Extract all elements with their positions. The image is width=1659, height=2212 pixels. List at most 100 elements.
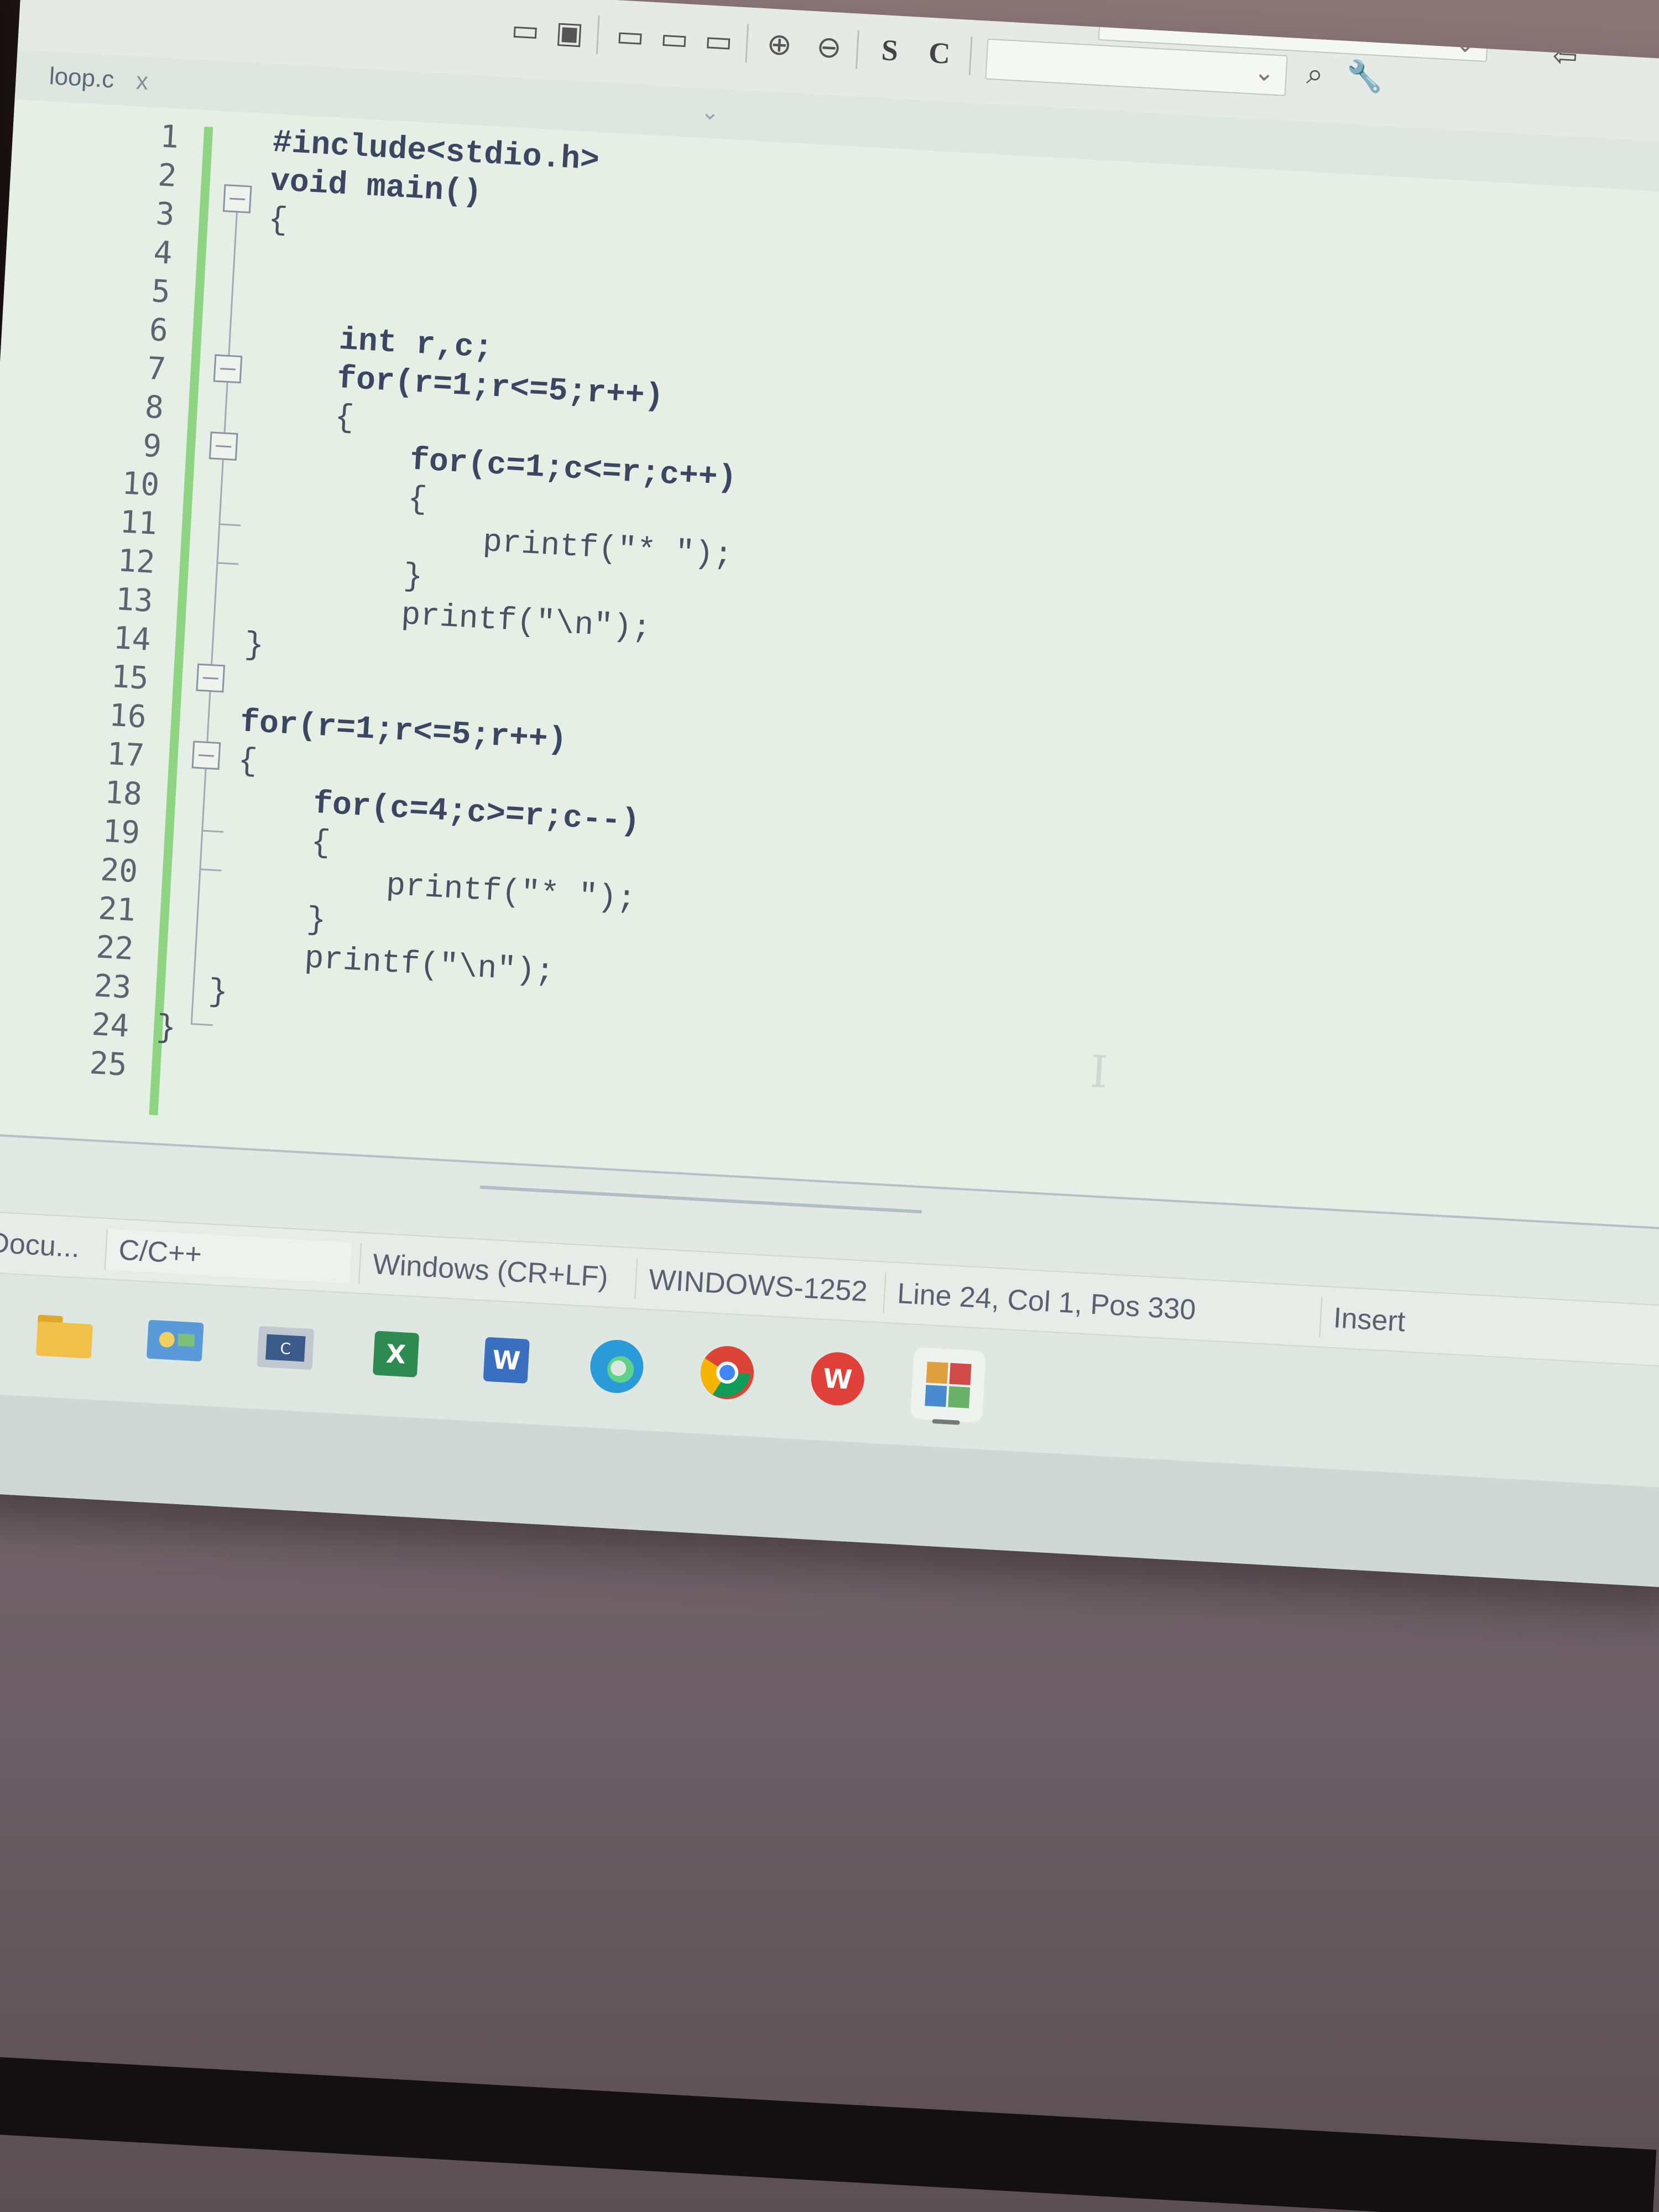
window-icon[interactable]: ▭ [610, 15, 651, 56]
line-number: 25 [88, 1045, 128, 1083]
code-line[interactable]: } [306, 902, 327, 939]
line-number: 13 [114, 581, 154, 619]
control-panel-icon[interactable] [137, 1304, 213, 1380]
line-number: 4 [153, 234, 174, 272]
status-cursor-position: Line 24, Col 1, Pos 330 [883, 1272, 1197, 1331]
word-icon[interactable]: W [468, 1322, 544, 1398]
code-line[interactable]: { [407, 481, 428, 518]
monitor-bottom-bezel [0, 2057, 1657, 2212]
code-line[interactable]: { [334, 400, 355, 437]
zoom-in-icon[interactable]: ⊕ [759, 24, 800, 65]
fold-end-marker [216, 562, 239, 565]
code-line[interactable]: printf("* "); [482, 524, 733, 574]
tab-label: loop.c [48, 62, 115, 93]
code-line[interactable]: { [237, 743, 258, 780]
line-number: 19 [101, 813, 141, 852]
chevron-down-icon[interactable]: ⌄ [1454, 29, 1477, 59]
line-number: 6 [148, 311, 169, 349]
window-icon[interactable]: ▭ [654, 18, 695, 59]
fold-toggle-icon[interactable] [196, 663, 226, 693]
fold-end-marker [199, 868, 222, 872]
line-number: 16 [108, 697, 148, 735]
code-line[interactable]: } [403, 559, 424, 596]
code-line[interactable]: for(c=1;c<=r;c++) [409, 443, 737, 497]
line-number: 12 [117, 542, 156, 581]
chevron-down-icon[interactable]: ⌄ [1254, 58, 1276, 87]
line-number: 3 [154, 196, 176, 233]
toolbar-divider [596, 15, 600, 55]
code-line[interactable]: printf("\n"); [304, 941, 555, 990]
code-line[interactable]: printf("\n"); [400, 597, 652, 647]
status-line-ending[interactable]: Windows (CR+LF) [358, 1243, 609, 1298]
file-explorer-icon[interactable] [27, 1298, 102, 1374]
line-number: 20 [99, 852, 139, 890]
close-icon[interactable]: x [135, 67, 149, 96]
wps-icon[interactable]: W [800, 1341, 875, 1417]
tab-loop-c[interactable]: loop.c x [48, 57, 149, 101]
line-number: 17 [106, 735, 145, 774]
line-number: 2 [156, 157, 178, 195]
code-line[interactable]: } [155, 1010, 176, 1047]
status-path: ss\Docu... [0, 1224, 81, 1264]
line-number: 22 [95, 929, 134, 967]
code-line[interactable]: for(r=1;r<=5;r++) [336, 361, 664, 415]
line-number: 5 [150, 273, 171, 310]
fold-toggle-icon[interactable] [191, 740, 221, 770]
line-number: 7 [146, 350, 167, 388]
text-cursor-ghost: I [1088, 1046, 1109, 1098]
svg-text:W: W [492, 1344, 521, 1376]
code-line[interactable]: { [310, 825, 331, 862]
line-number: 18 [103, 774, 143, 813]
code-editor[interactable]: 1 2 3 4 5 6 7 8 9 10 11 12 13 14 15 16 17 18 19 20 21 22 23 24 2… [0, 99, 1659, 1229]
line-number: 8 [144, 389, 165, 426]
toolbar-divider [968, 36, 973, 76]
window-icon[interactable]: ▭ [698, 20, 739, 61]
editor-window: ▭ ▣ ▭ ▭ ▭ ⊕ ⊖ S C ⌄ ⌕ 🔧 ⌄ ⇦ loop.c x ⌄ 1… [0, 0, 1659, 1588]
c-icon[interactable]: C [919, 33, 960, 74]
code-line[interactable]: { [267, 202, 288, 239]
fold-end-marker [201, 830, 224, 833]
chrome-icon[interactable] [690, 1335, 765, 1411]
line-number-gutter: 1 2 3 4 5 6 7 8 9 10 11 12 13 14 15 16 17 18 19 20 21 22 23 24 2… [0, 100, 197, 1142]
status-encoding[interactable]: WINDOWS-1252 [634, 1258, 869, 1313]
fold-toggle-icon[interactable] [213, 354, 243, 384]
line-number: 21 [97, 890, 137, 929]
code-line[interactable]: } [243, 627, 264, 664]
chevron-down-icon[interactable]: ⌄ [700, 99, 720, 126]
line-number: 9 [142, 427, 163, 465]
code-line[interactable]: for(r=1;r<=5;r++) [239, 705, 568, 759]
window-icon[interactable]: ▣ [549, 12, 590, 53]
panel-splitter[interactable] [479, 1185, 922, 1214]
fold-toggle-icon[interactable] [222, 184, 252, 213]
line-number: 15 [110, 659, 150, 697]
svg-text:C: C [280, 1339, 291, 1358]
photo-scene: ▭ ▣ ▭ ▭ ▭ ⊕ ⊖ S C ⌄ ⌕ 🔧 ⌄ ⇦ loop.c x ⌄ 1… [0, 0, 1659, 2212]
fold-end-marker [190, 1022, 213, 1026]
toolbar-divider [745, 24, 749, 63]
back-arrow-icon[interactable]: ⇦ [1545, 35, 1585, 76]
app-grid-icon[interactable] [910, 1347, 986, 1425]
ide-icon[interactable]: C [248, 1310, 324, 1386]
fold-end-marker [218, 523, 241, 526]
toolbar-divider [855, 30, 859, 69]
code-line[interactable]: } [207, 974, 228, 1011]
excel-icon[interactable]: X [358, 1316, 434, 1392]
search-icon[interactable] [0, 1292, 3, 1368]
line-number: 10 [121, 465, 160, 504]
edge-icon[interactable] [579, 1328, 655, 1404]
code-line[interactable]: int r,c; [338, 322, 494, 367]
line-number: 23 [93, 968, 133, 1006]
window-icon[interactable]: ▭ [505, 9, 546, 50]
line-number: 1 [159, 118, 180, 156]
zoom-out-icon[interactable]: ⊖ [808, 27, 849, 67]
fold-toggle-icon[interactable] [208, 431, 238, 461]
line-number: 24 [91, 1006, 131, 1045]
code-line[interactable]: for(c=4;c>=r;c--) [312, 786, 640, 841]
wrench-icon[interactable]: 🔧 [1344, 56, 1385, 97]
find-icon[interactable]: ⌕ [1295, 54, 1335, 95]
status-language[interactable]: C/C++ [104, 1229, 352, 1284]
status-mode[interactable]: Insert [1319, 1296, 1407, 1343]
s-icon[interactable]: S [869, 30, 910, 71]
code-line[interactable]: printf("* "); [385, 868, 637, 917]
line-number: 11 [118, 504, 158, 542]
